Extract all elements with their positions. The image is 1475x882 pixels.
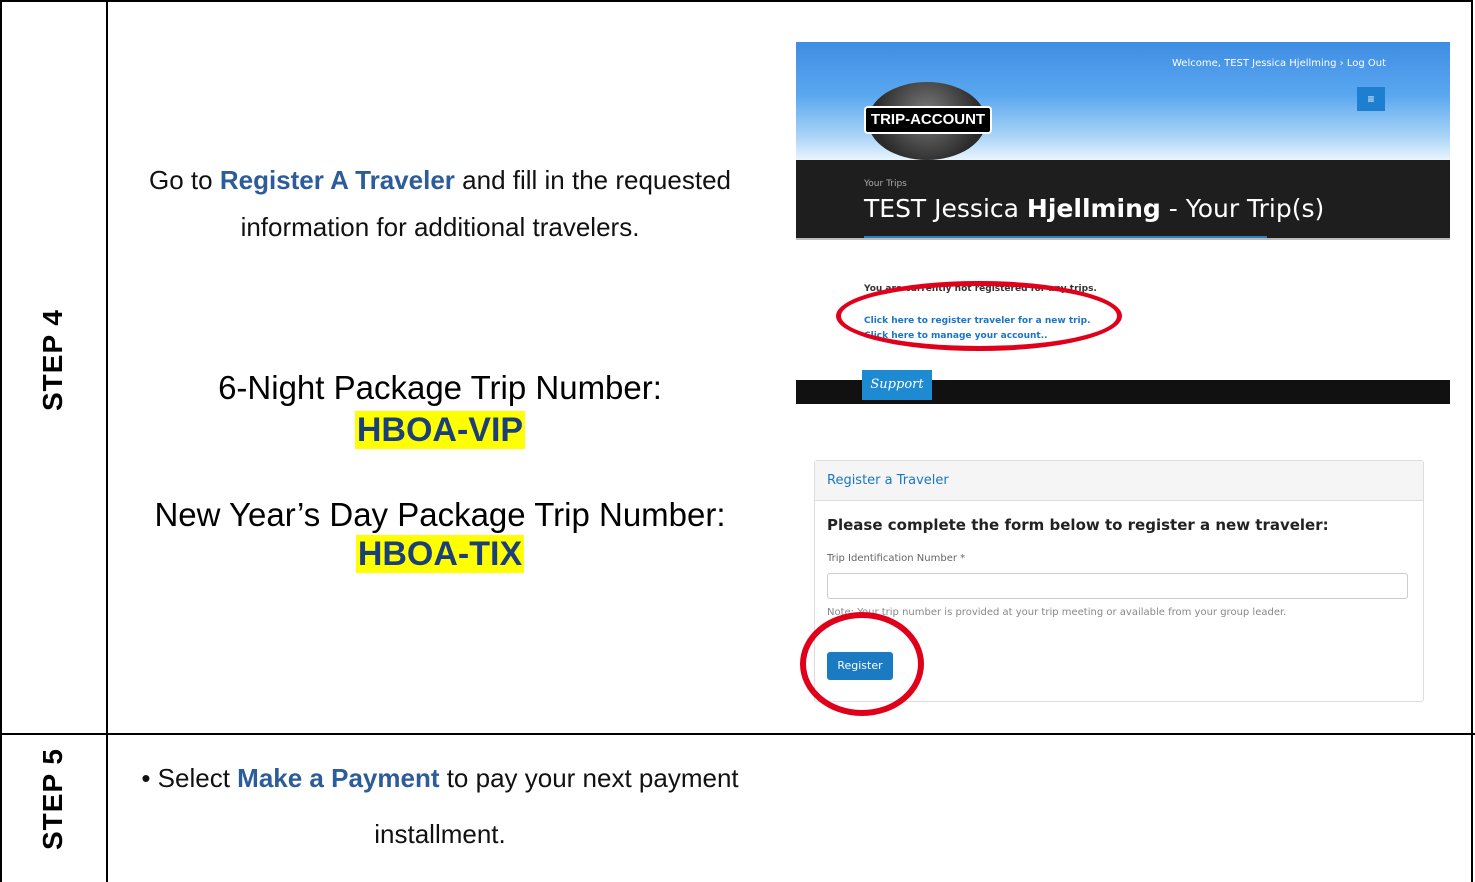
row-divider [0,733,1475,735]
make-payment-link-text: Make a Payment [237,763,440,793]
trip-id-input[interactable] [827,573,1408,599]
title-pre: TEST Jessica [864,194,1027,223]
instruction-suffix: and fill in the requested [454,165,731,195]
package-2-label: New Year’s Day Package Trip Number: [154,496,726,533]
step-4-label: STEP 4 [37,309,68,411]
header-divider [796,238,1450,240]
register-traveler-link-text: Register A Traveler [219,165,455,195]
package-2-code: HBOA-TIX [355,535,525,573]
package-2-code-wrap: HBOA-TIX [120,534,760,574]
annotation-circle [836,281,1122,351]
trip-id-label: Trip Identification Number * [827,553,966,564]
column-divider [106,0,108,882]
step-4-instruction: Go to Register A Traveler and fill in th… [120,157,760,251]
form-title: Please complete the form below to regist… [827,516,1329,534]
title-bold: Hjellming [1026,194,1161,223]
package-1-code: HBOA-VIP [354,411,526,449]
register-annotation-circle [800,612,924,716]
step5-line-2: installment. [374,819,506,849]
page-title: TEST Jessica Hjellming - Your Trip(s) [864,194,1324,223]
instruction-line-2: information for additional travelers. [240,212,640,242]
instruction-prefix: Go to [149,165,220,195]
title-post: - Your Trip(s) [1160,194,1325,223]
support-tab[interactable]: Support [862,370,932,400]
breadcrumb: Your Trips [864,179,907,189]
package-1-code-wrap: HBOA-VIP [120,410,760,450]
step5-prefix: • Select [141,763,238,793]
step5-suffix: to pay your next payment [439,763,739,793]
package-1-label: 6-Night Package Trip Number: [218,369,662,406]
step-5-label: STEP 5 [37,748,68,850]
step-5-instruction: • Select Make a Payment to pay your next… [120,750,760,862]
menu-icon[interactable]: ≡ [1357,87,1385,111]
site-logo-text: TRIP-ACCOUNT [864,106,992,134]
panel-title: Register a Traveler [827,473,949,488]
form-note: Note: Your trip number is provided at yo… [827,607,1287,618]
welcome-text[interactable]: Welcome, TEST Jessica Hjellming › Log Ou… [1172,58,1386,69]
trip-account-screenshot: TRIP-ACCOUNT Welcome, TEST Jessica Hjell… [796,42,1450,404]
